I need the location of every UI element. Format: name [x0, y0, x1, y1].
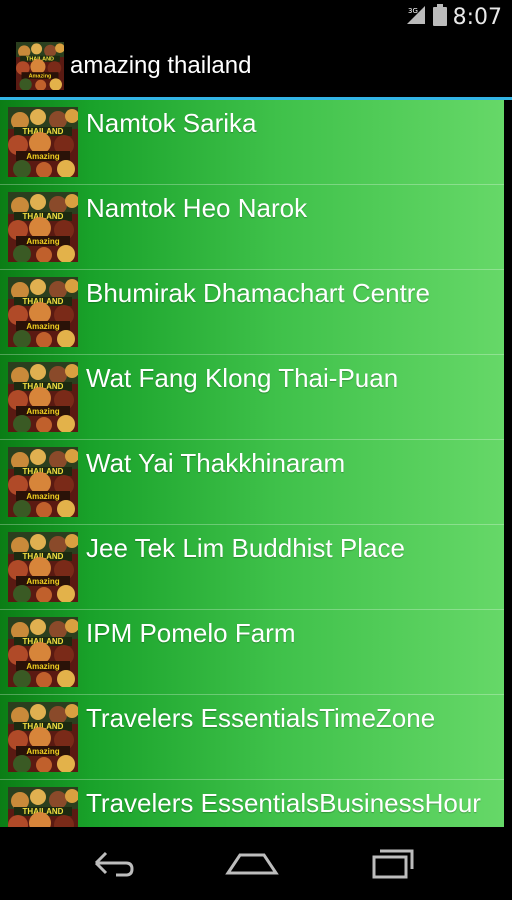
signal-type-label: 3G	[408, 7, 418, 15]
status-indicators: 3G 8:07	[405, 3, 502, 31]
list-item-label: Wat Fang Klong Thai-Puan	[86, 363, 399, 393]
place-thumbnail-icon	[8, 447, 78, 517]
list-item-label: Wat Yai Thakkhinaram	[86, 448, 346, 478]
list-item[interactable]: Travelers EssentialsBusinessHour	[0, 780, 504, 827]
list-item[interactable]: IPM Pomelo Farm	[0, 610, 504, 695]
list-item[interactable]: Wat Fang Klong Thai-Puan	[0, 355, 504, 440]
place-thumbnail-icon	[8, 277, 78, 347]
list-item[interactable]: Bhumirak Dhamachart Centre	[0, 270, 504, 355]
place-thumbnail-icon	[8, 362, 78, 432]
list-item-label: Bhumirak Dhamachart Centre	[86, 278, 430, 308]
app-logo-icon[interactable]	[16, 42, 64, 90]
place-thumbnail-icon	[8, 617, 78, 687]
action-bar: amazing thailand	[0, 34, 512, 98]
list-item-label: Travelers EssentialsBusinessHour	[86, 788, 481, 818]
place-thumbnail-icon	[8, 532, 78, 602]
place-thumbnail-icon	[8, 107, 78, 177]
navigation-bar	[0, 827, 512, 900]
places-list[interactable]: Namtok Sarika Namtok Heo Narok Bhumirak …	[0, 100, 504, 827]
battery-icon	[432, 3, 447, 31]
home-icon[interactable]	[222, 841, 282, 885]
list-scrollbar	[505, 100, 512, 827]
status-time: 8:07	[452, 4, 502, 30]
list-item[interactable]: Jee Tek Lim Buddhist Place	[0, 525, 504, 610]
list-item-label: Jee Tek Lim Buddhist Place	[86, 533, 405, 563]
status-bar: 3G 8:07	[0, 0, 512, 34]
back-icon[interactable]	[82, 841, 142, 885]
app-title: amazing thailand	[70, 52, 252, 79]
list-item-label: Travelers EssentialsTimeZone	[86, 703, 436, 733]
signal-icon: 3G	[405, 4, 427, 31]
place-thumbnail-icon	[8, 702, 78, 772]
list-item[interactable]: Travelers EssentialsTimeZone	[0, 695, 504, 780]
list-item[interactable]: Wat Yai Thakkhinaram	[0, 440, 504, 525]
place-thumbnail-icon	[8, 192, 78, 262]
list-item-label: IPM Pomelo Farm	[86, 618, 296, 648]
list-item-label: Namtok Heo Narok	[86, 193, 308, 223]
list-item-label: Namtok Sarika	[86, 108, 257, 138]
recent-apps-icon[interactable]	[362, 841, 422, 885]
place-thumbnail-icon	[8, 787, 78, 827]
list-item[interactable]: Namtok Heo Narok	[0, 185, 504, 270]
list-item[interactable]: Namtok Sarika	[0, 100, 504, 185]
